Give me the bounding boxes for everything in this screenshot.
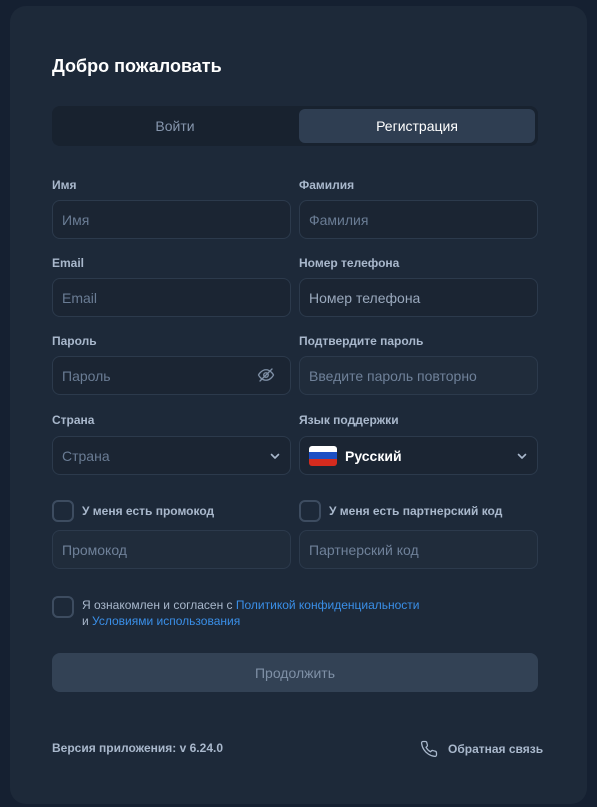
tab-login[interactable]: Войти [55, 109, 295, 143]
confirm-password-label: Подтвердите пароль [299, 334, 424, 348]
agree-checkbox[interactable] [52, 596, 74, 618]
first-name-input[interactable] [52, 200, 291, 239]
agree-text-prefix: Я ознакомлен и согласен с [82, 598, 236, 612]
registration-card: Добро пожаловать Войти Регистрация Имя Ф… [10, 6, 587, 804]
agree-text-and: и [82, 614, 93, 628]
password-label: Пароль [52, 334, 97, 348]
phone-icon [420, 740, 438, 758]
partner-checkbox-label: У меня есть партнерский код [329, 504, 503, 518]
page-title: Добро пожаловать [52, 56, 222, 76]
partner-checkbox[interactable] [299, 500, 321, 522]
support-language-value: Русский [345, 447, 402, 464]
support-language-select[interactable]: Русский [299, 436, 538, 475]
feedback-label: Обратная связь [448, 742, 544, 756]
last-name-label: Фамилия [299, 178, 355, 192]
country-label: Страна [52, 413, 95, 427]
feedback-link[interactable]: Обратная связь [420, 740, 543, 758]
partner-input[interactable] [299, 530, 538, 569]
promo-checkbox[interactable] [52, 500, 74, 522]
terms-of-use-link[interactable]: Условиями использования [92, 614, 240, 628]
phone-input[interactable] [299, 278, 538, 317]
last-name-input[interactable] [299, 200, 538, 239]
promo-input[interactable] [52, 530, 291, 569]
password-input[interactable] [52, 356, 291, 395]
tab-register[interactable]: Регистрация [299, 109, 535, 143]
confirm-password-input[interactable] [299, 356, 538, 395]
chevron-down-icon [517, 453, 527, 459]
chevron-down-icon [270, 453, 280, 459]
continue-button[interactable]: Продолжить [52, 653, 538, 692]
agree-text: Я ознакомлен и согласен с Политикой конф… [82, 597, 420, 629]
country-select[interactable]: Страна [52, 436, 291, 475]
phone-label: Номер телефона [299, 256, 400, 270]
email-input[interactable] [52, 278, 291, 317]
first-name-label: Имя [52, 178, 77, 192]
country-select-placeholder: Страна [62, 447, 110, 464]
privacy-policy-link[interactable]: Политикой конфиденциальности [236, 598, 420, 612]
russia-flag-icon [309, 445, 337, 466]
support-language-label: Язык поддержки [299, 413, 399, 427]
eye-off-icon[interactable] [257, 366, 275, 384]
email-label: Email [52, 256, 85, 270]
app-version: Версия приложения: v 6.24.0 [52, 741, 223, 755]
auth-tabs: Войти Регистрация [52, 106, 538, 146]
promo-checkbox-label: У меня есть промокод [82, 504, 215, 518]
